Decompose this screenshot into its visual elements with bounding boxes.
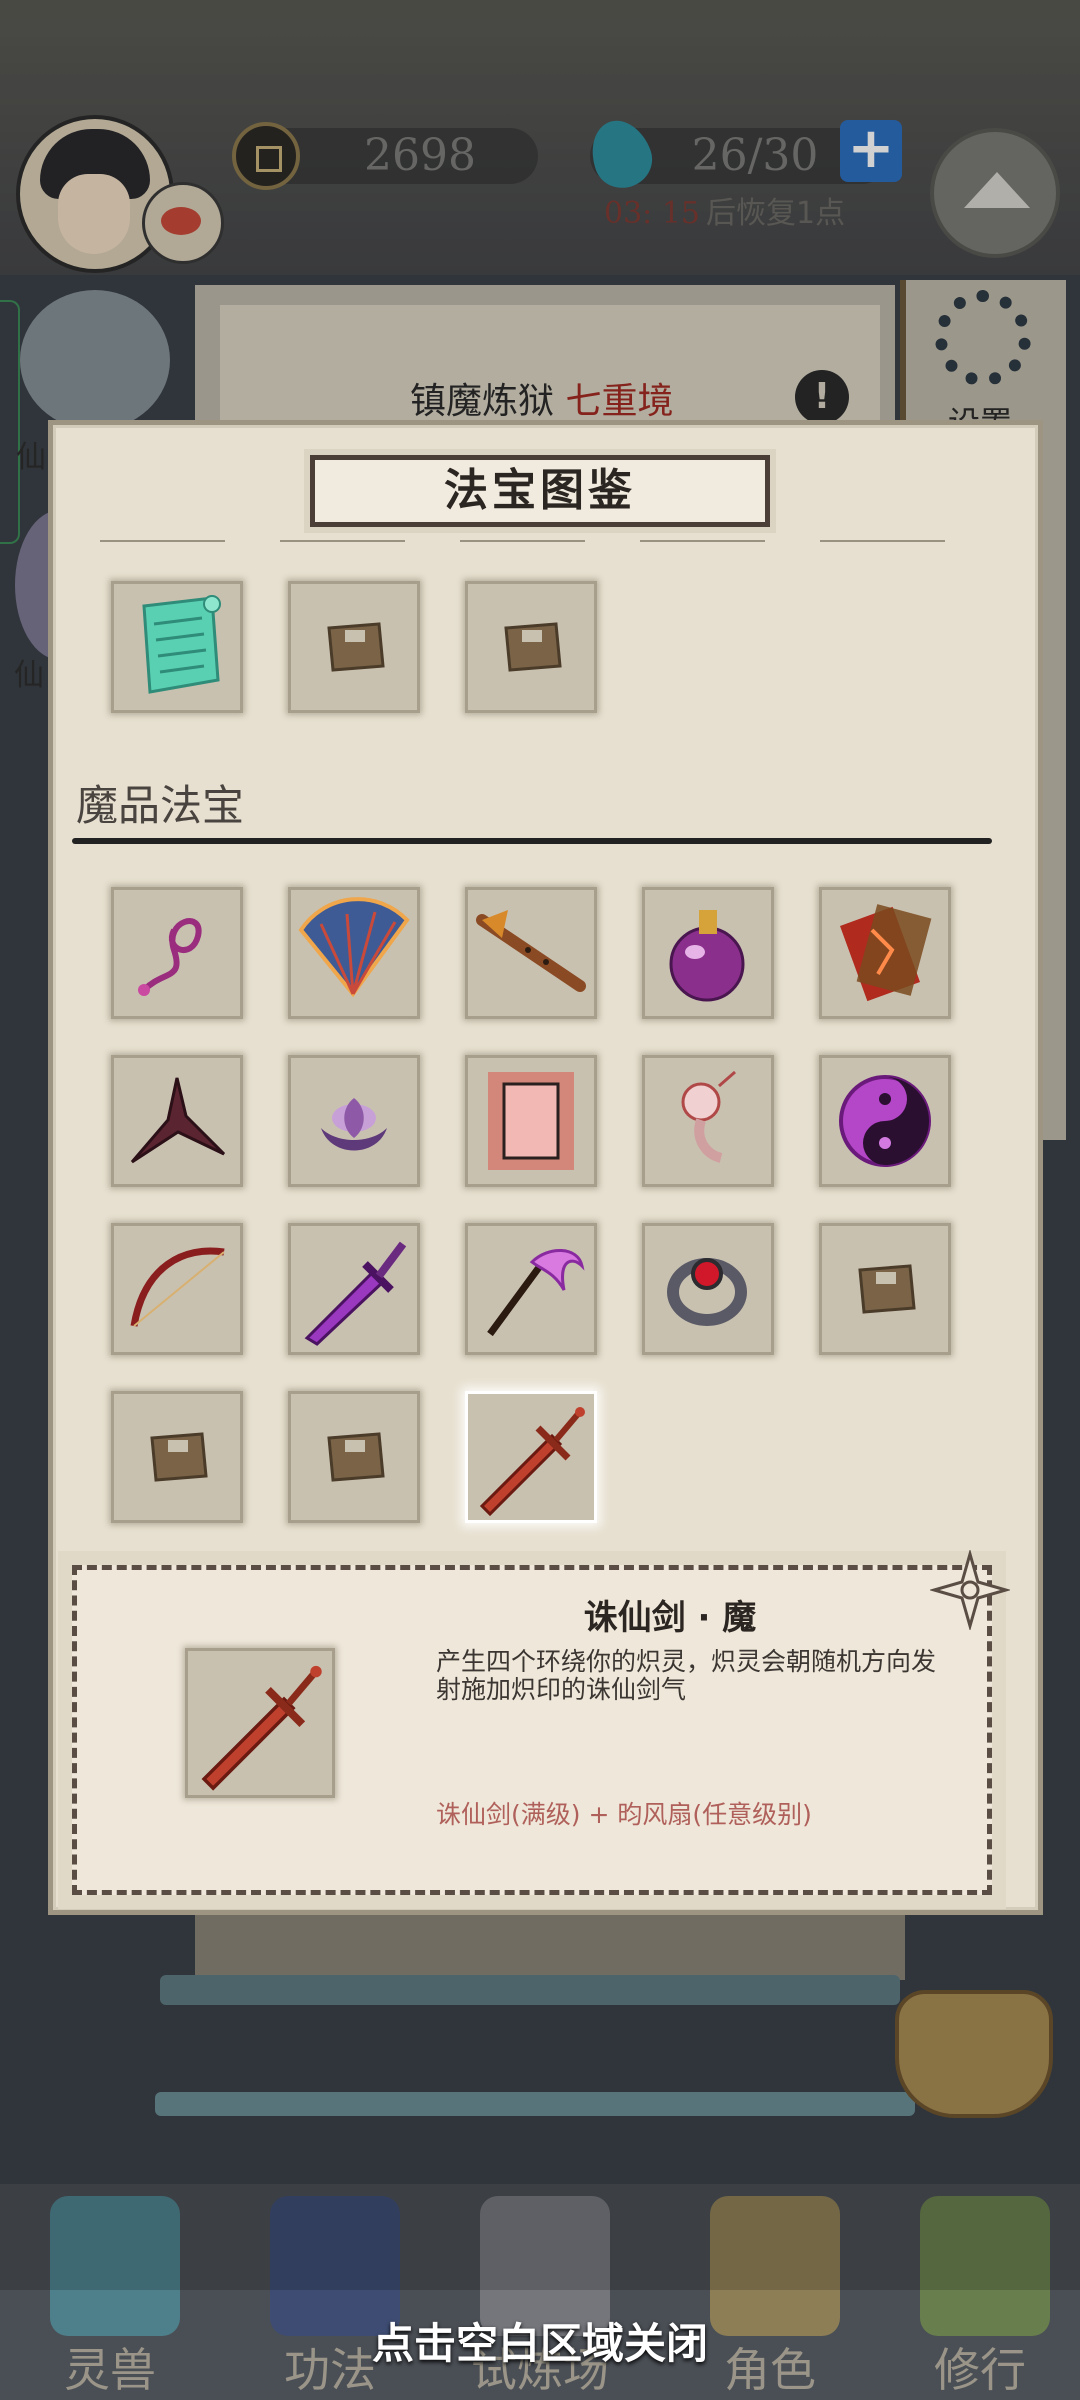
lock-box-icon (327, 622, 385, 672)
flute-icon (476, 910, 586, 992)
locked-slot[interactable] (111, 1391, 243, 1523)
lotus-icon (321, 1098, 387, 1151)
whip-icon (138, 918, 202, 996)
locked-slot[interactable] (465, 581, 597, 713)
locked-slot[interactable] (819, 1223, 951, 1355)
yin-yang-icon (839, 1075, 931, 1167)
tick (100, 540, 225, 542)
section-rule (72, 838, 992, 844)
detail-treasure-slot (185, 1648, 335, 1798)
locked-slot[interactable] (288, 1391, 420, 1523)
tick (640, 540, 765, 542)
treasure-slot[interactable] (642, 1223, 774, 1355)
lock-box-icon (504, 622, 562, 672)
corner-shuriken-icon (930, 1550, 1010, 1630)
potion-gourd-icon (669, 910, 745, 1002)
talisman-icon (840, 904, 932, 1002)
incense-pendant-icon (681, 1070, 736, 1163)
lock-box-icon (327, 1432, 385, 1482)
glowing-tablet-icon (488, 1072, 574, 1170)
section-divider-top (100, 540, 960, 544)
treasure-slot[interactable] (819, 887, 951, 1019)
lock-box-icon (858, 1264, 916, 1314)
tick (820, 540, 945, 542)
modal-title: 法宝图鉴 (444, 465, 636, 516)
treasure-slot[interactable] (642, 887, 774, 1019)
treasure-slot[interactable] (465, 1223, 597, 1355)
scroll-icon (142, 595, 221, 694)
treasure-slot[interactable] (288, 1223, 420, 1355)
treasure-slot[interactable] (642, 1055, 774, 1187)
bow-icon (130, 1247, 225, 1327)
treasure-slot[interactable] (111, 887, 243, 1019)
lock-box-icon (150, 1432, 208, 1482)
treasure-slot[interactable] (288, 887, 420, 1019)
treasure-slot[interactable] (465, 1055, 597, 1187)
tick (280, 540, 405, 542)
treasure-slot[interactable] (111, 1223, 243, 1355)
treasure-recipe: 诛仙剑(满级) + 昀风扇(任意级别) (436, 1800, 812, 1829)
treasure-name: 诛仙剑 · 魔 (583, 1598, 757, 1638)
zhuxian-sword-icon (479, 1407, 585, 1517)
purple-sword-icon (304, 1241, 407, 1346)
treasure-description: 产生四个环绕你的炽灵，炽灵会朝随机方向发射施加炽印的诛仙剑气 (436, 1647, 937, 1704)
treasure-slot-selected[interactable] (465, 1391, 597, 1523)
treasure-slot[interactable] (465, 887, 597, 1019)
ring-icon (667, 1258, 747, 1326)
treasure-slot[interactable] (111, 1055, 243, 1187)
zhuxian-sword-icon (201, 1665, 322, 1791)
locked-slot[interactable] (288, 581, 420, 713)
fan-icon (298, 897, 410, 998)
section-title: 魔品法宝 (76, 781, 245, 830)
scythe-icon (487, 1249, 585, 1337)
close-hint: 点击空白区域关闭 (371, 2319, 708, 2368)
treasure-slot-scroll[interactable] (111, 581, 243, 713)
tick (460, 540, 585, 542)
treasure-slot[interactable] (819, 1055, 951, 1187)
treasure-slot[interactable] (288, 1055, 420, 1187)
shuriken-icon (130, 1077, 226, 1164)
